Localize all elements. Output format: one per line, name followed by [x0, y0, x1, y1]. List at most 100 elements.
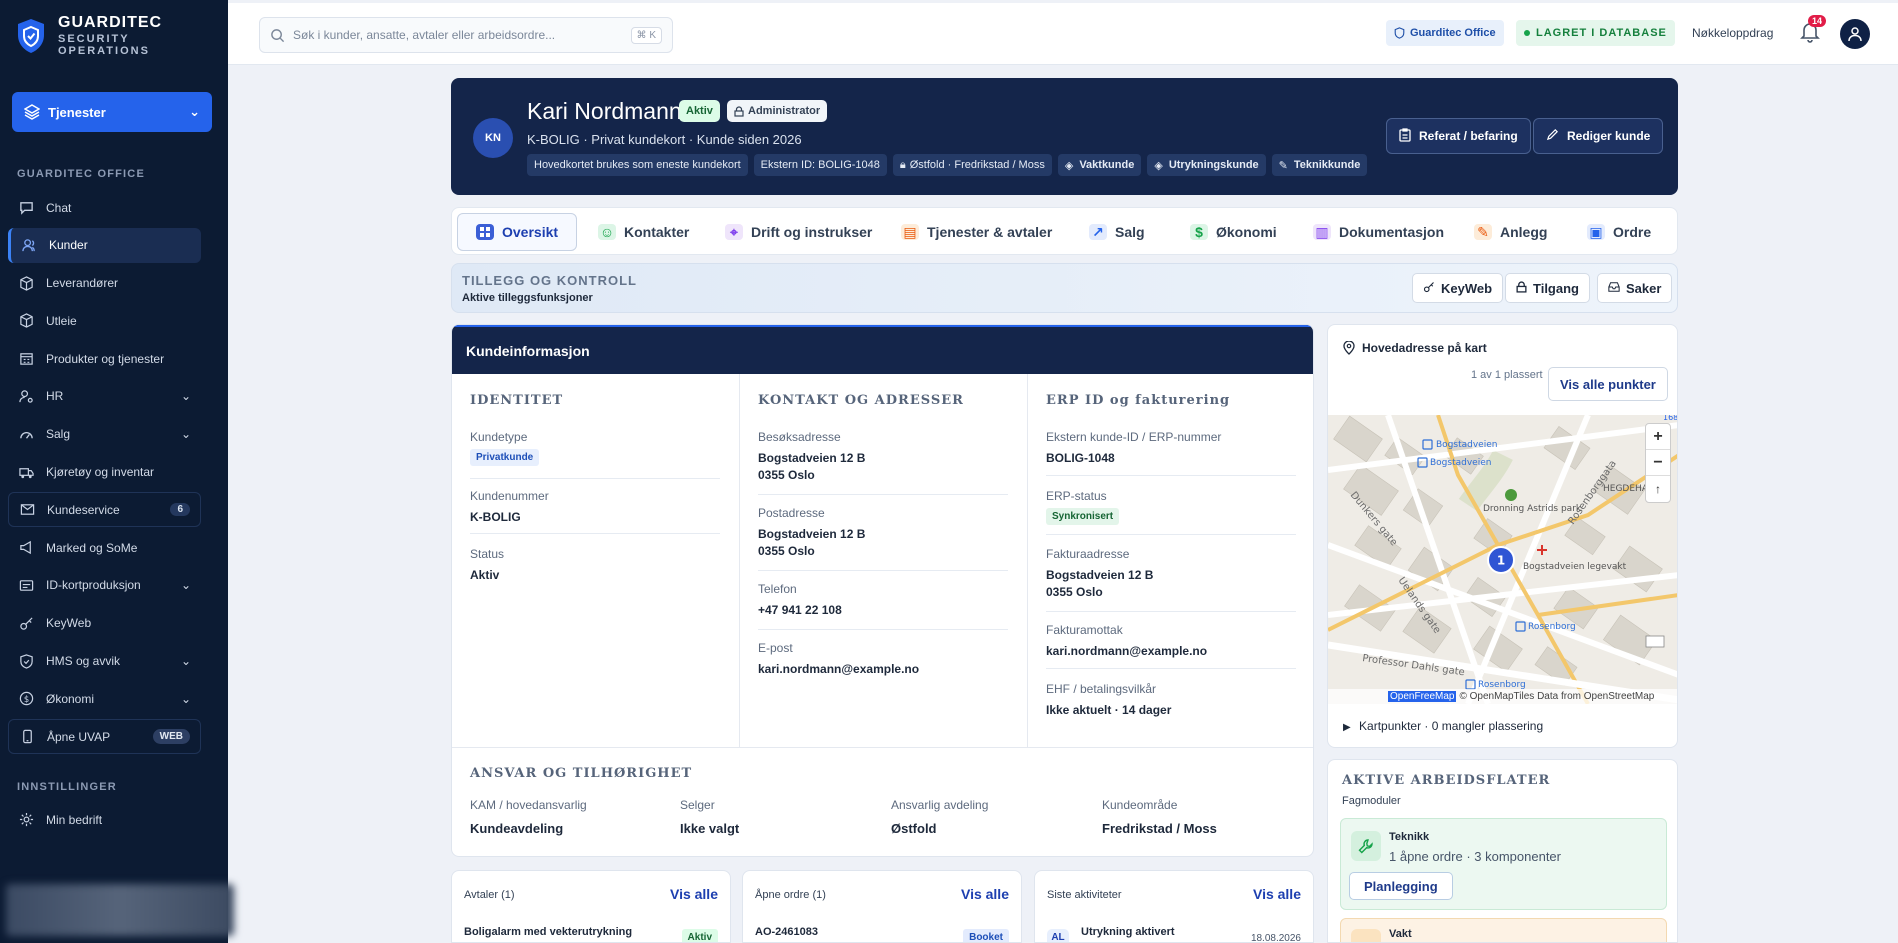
phone-value[interactable]: +47 941 22 108 — [758, 602, 1008, 619]
contact-column: KONTAKT OG ADRESSER Besøksadresse Bogsta… — [739, 374, 1027, 747]
saker-button[interactable]: Saker — [1597, 273, 1673, 303]
referat-button[interactable]: Referat / befaring — [1386, 118, 1531, 154]
account-avatar[interactable] — [1840, 19, 1870, 49]
search-box[interactable]: ⌘ K — [259, 17, 673, 53]
clipboard-icon — [1399, 127, 1411, 145]
customer-info-title: Kundeinformasjon — [452, 325, 1313, 374]
avtaler-item[interactable]: Boligalarm med vekterutrykning — [464, 926, 632, 938]
tab-oversikt[interactable]: Oversikt — [457, 213, 578, 251]
erp-heading: ERP ID og fakturering — [1046, 393, 1231, 408]
sidebar-item-kundeservice[interactable]: Kundeservice 6 — [8, 492, 201, 528]
chevron-down-icon: ⌄ — [180, 691, 191, 706]
sidebar-item-okonomi[interactable]: $ Økonomi ⌄ — [8, 681, 201, 716]
key-assignments-link[interactable]: Nøkkeloppdrag — [1692, 26, 1773, 40]
customer-tabs: Oversikt ☺ Kontakter ⌖ Drift og instruks… — [451, 207, 1678, 255]
tab-okonomi[interactable]: $ Økonomi — [1190, 213, 1277, 251]
planlegging-button[interactable]: Planlegging — [1349, 872, 1453, 900]
sidebar-item-hms[interactable]: HMS og avvik ⌄ — [8, 644, 201, 679]
tilgang-button[interactable]: Tilgang — [1505, 273, 1590, 303]
sidebar-item-chat[interactable]: Chat — [8, 190, 201, 225]
tab-label: Salg — [1115, 224, 1145, 240]
services-dropdown[interactable]: Tjenester ⌄ — [12, 92, 212, 132]
avtaler-view-all-link[interactable]: Vis alle — [670, 886, 718, 902]
ordre-status-badge: Booket — [963, 929, 1009, 942]
user-icon — [1847, 26, 1863, 42]
field-label: Fakturamottak — [1046, 623, 1123, 637]
tab-salg[interactable]: ↗ Salg — [1089, 213, 1145, 251]
field-label: Fakturaadresse — [1046, 547, 1130, 561]
map-pin-icon — [1343, 341, 1355, 355]
customer-chips: Hovedkortet brukes som eneste kundekort … — [527, 154, 1368, 176]
fakturamottak-field: Fakturamottak kari.nordmann@example.no — [1046, 623, 1296, 669]
divider — [1046, 668, 1296, 669]
sidebar-item-label: Utleie — [46, 313, 77, 328]
ordre-view-all-link[interactable]: Vis alle — [961, 886, 1009, 902]
show-all-points-button[interactable]: Vis alle punkter — [1548, 367, 1668, 401]
inbox-icon — [1608, 281, 1620, 296]
tab-anlegg[interactable]: ✎ Anlegg — [1474, 213, 1547, 251]
address-line: Bogstadveien 12 B — [758, 527, 866, 541]
aktiviteter-view-all-link[interactable]: Vis alle — [1253, 886, 1301, 902]
customer-header-card: KN Kari Nordmann Aktiv Administrator K-B… — [451, 78, 1678, 195]
wrench-icon — [1351, 831, 1381, 861]
bell-icon — [1800, 23, 1820, 46]
zoom-out-button[interactable]: − — [1646, 450, 1670, 476]
shield-icon: ◈ — [1064, 159, 1074, 172]
field-label: Kundenummer — [470, 489, 549, 503]
sidebar-item-kunder[interactable]: Kunder — [8, 227, 201, 263]
triangle-right-icon: ▶ — [1343, 722, 1351, 733]
sidebar-item-min-bedrift[interactable]: Min bedrift — [8, 802, 201, 837]
tab-kontakter[interactable]: ☺ Kontakter — [598, 213, 689, 251]
selger-field: Selger Ikke valgt — [680, 798, 739, 836]
chevron-down-icon: ⌄ — [180, 389, 191, 404]
activity-type-icon: AL — [1047, 929, 1069, 942]
office-badge[interactable]: Guarditec Office — [1386, 20, 1504, 46]
map-points-toggle[interactable]: ▶ Kartpunkter · 0 mangler plassering — [1343, 719, 1543, 733]
ordre-item[interactable]: AO-2461083 — [755, 926, 818, 938]
activity-item[interactable]: Utrykning aktivert — [1081, 926, 1175, 938]
sidebar-item-marked[interactable]: Marked og SoMe — [8, 530, 201, 565]
sidebar-item-hr[interactable]: HR ⌄ — [8, 379, 201, 414]
map-marker[interactable]: 1 — [1487, 546, 1515, 574]
edit-customer-button[interactable]: Rediger kunde — [1533, 118, 1664, 154]
tab-label: Anlegg — [1500, 224, 1548, 240]
zoom-in-button[interactable]: + — [1646, 424, 1670, 450]
keyweb-button[interactable]: KeyWeb — [1412, 273, 1504, 303]
map-poi-bogstadveien-2: Bogstadveien — [1430, 458, 1491, 468]
map-view[interactable]: Dunkers gate Uelands gate Rosenborggata … — [1328, 415, 1677, 704]
sidebar-item-salg[interactable]: Salg ⌄ — [8, 417, 201, 452]
notifications-button[interactable]: 14 — [1800, 15, 1827, 47]
search-input[interactable] — [293, 28, 623, 42]
besok-field: Besøksadresse Bogstadveien 12 B 0355 Oslo — [758, 430, 1008, 495]
sidebar-item-label: HMS og avvik — [46, 654, 121, 669]
tab-drift[interactable]: ⌖ Drift og instrukser — [725, 213, 872, 251]
aktiviteter-title: Siste aktiviteter — [1047, 889, 1122, 901]
divider — [758, 629, 1008, 630]
field-value: Bogstadveien 12 B 0355 Oslo — [758, 526, 1008, 561]
tab-tjenester[interactable]: ▤ Tjenester & avtaler — [901, 213, 1052, 251]
tab-ordre[interactable]: ▣ Ordre — [1587, 213, 1651, 251]
divider — [758, 494, 1008, 495]
sidebar-item-leverandorer[interactable]: Leverandører — [8, 266, 201, 301]
email-value[interactable]: kari.nordmann@example.no — [758, 661, 1008, 678]
map-label-area: HEGDEHA — [1603, 484, 1649, 494]
tab-dokumentasjon[interactable]: ▥ Dokumentasjon — [1313, 213, 1444, 251]
sidebar-item-kjoretoy[interactable]: Kjøretøy og inventar — [8, 455, 201, 490]
sidebar-item-utleie[interactable]: Utleie — [8, 303, 201, 338]
workspaces-subtitle: Fagmoduler — [1342, 795, 1401, 807]
attribution-text: © OpenMapTiles Data from OpenStreetMap — [1459, 691, 1655, 702]
pin-icon: ⌖ — [725, 224, 743, 240]
sidebar-item-uvap[interactable]: Åpne UVAP WEB — [8, 719, 201, 755]
sidebar-item-label: Kunder — [49, 238, 88, 253]
attribution-brand[interactable]: OpenFreeMap — [1388, 691, 1457, 702]
map-zoom-controls: + − ↑ — [1645, 423, 1671, 503]
field-label: Status — [470, 547, 505, 561]
sidebar-item-idkort[interactable]: ID-kortproduksjon ⌄ — [8, 568, 201, 603]
avtaler-title: Avtaler (1) — [464, 889, 515, 901]
sidebar-item-produkter[interactable]: Produkter og tjenester — [8, 341, 201, 376]
brand[interactable]: GUARDITEC SECURITY OPERATIONS — [0, 0, 228, 72]
vakt-module[interactable]: Vakt — [1340, 918, 1667, 942]
sidebar-item-keyweb[interactable]: KeyWeb — [8, 606, 201, 641]
user-profile-blurred[interactable] — [6, 884, 234, 936]
compass-button[interactable]: ↑ — [1646, 476, 1670, 502]
